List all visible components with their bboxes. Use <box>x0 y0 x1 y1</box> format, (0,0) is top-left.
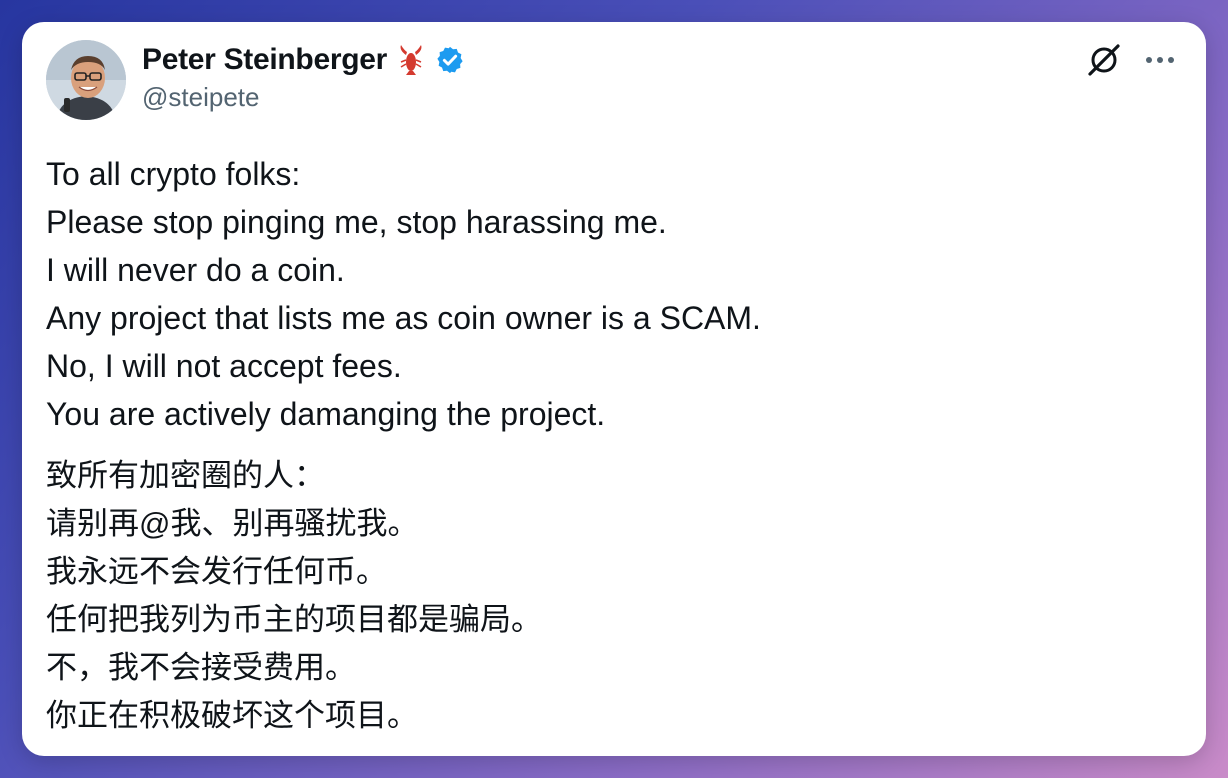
tweet-line: Any project that lists me as coin owner … <box>46 300 761 336</box>
tweet-line: 我永远不会发行任何币。 <box>46 554 387 589</box>
avatar[interactable] <box>46 40 126 120</box>
tweet-card: Peter Steinberger @steipete To all crypt… <box>22 22 1206 756</box>
tweet-text: To all crypto folks: Please stop pinging… <box>46 150 1176 740</box>
lobster-emoji-icon <box>395 44 427 76</box>
author-name-row[interactable]: Peter Steinberger <box>142 40 465 80</box>
tweet-line: I will never do a coin. <box>46 252 345 288</box>
tweet-text-english: To all crypto folks: Please stop pinging… <box>46 150 1176 438</box>
x-logo-icon[interactable] <box>1084 40 1124 80</box>
tweet-line: You are actively damanging the project. <box>46 396 606 432</box>
tweet-line: Please stop pinging me, stop harassing m… <box>46 204 667 240</box>
author-handle[interactable]: @steipete <box>142 82 259 113</box>
verified-badge-icon[interactable] <box>435 45 465 75</box>
tweet-text-chinese: 致所有加密圈的人： 请别再@我、别再骚扰我。 我永远不会发行任何币。 任何把我列… <box>46 452 1176 740</box>
tweet-line: 致所有加密圈的人： <box>46 458 325 493</box>
tweet-line: 不，我不会接受费用。 <box>46 650 356 685</box>
tweet-line: 你正在积极破坏这个项目。 <box>46 698 418 733</box>
tweet-line: To all crypto folks: <box>46 156 301 192</box>
tweet-line: 任何把我列为币主的项目都是骗局。 <box>46 602 542 637</box>
author-display-name[interactable]: Peter Steinberger <box>142 43 387 77</box>
avatar-photo-icon <box>46 40 126 120</box>
tweet-line: No, I will not accept fees. <box>46 348 402 384</box>
more-options-icon[interactable] <box>1140 40 1180 80</box>
tweet-line: 请别再@我、别再骚扰我。 <box>46 506 419 541</box>
